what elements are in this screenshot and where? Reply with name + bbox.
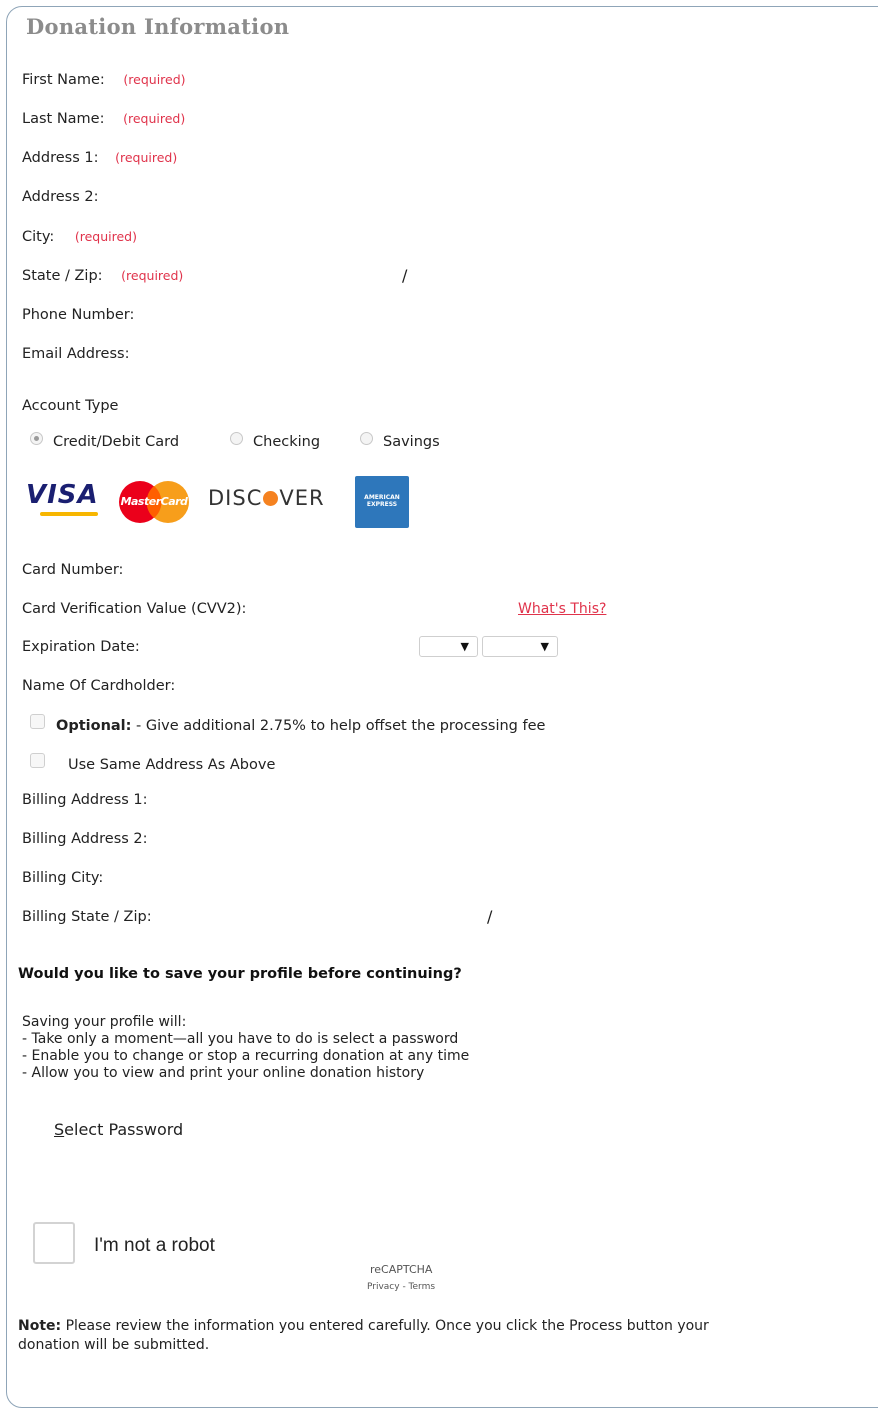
same-address-checkbox[interactable] (30, 753, 45, 768)
donation-form-panel (6, 6, 878, 1408)
phone-label: Phone Number: (22, 307, 135, 323)
radio-credit-debit-label: Credit/Debit Card (53, 434, 180, 450)
billing-address1-label: Billing Address 1: (22, 792, 148, 808)
radio-savings[interactable] (360, 432, 373, 445)
optional-fee-bold: Optional: (56, 718, 132, 734)
required-marker: (required) (121, 268, 184, 283)
required-marker: (required) (74, 229, 137, 244)
discover-logo-right: VER (279, 486, 325, 510)
visa-logo-underline (40, 512, 98, 516)
save-profile-intro: Saving your profile will: (22, 1014, 187, 1030)
review-note-line1: Note: Please review the information you … (18, 1318, 709, 1334)
state-zip-label: State / Zip: (required) (22, 268, 183, 284)
radio-credit-debit[interactable] (30, 432, 43, 445)
billing-city-label: Billing City: (22, 870, 104, 886)
radio-savings-label: Savings (383, 434, 440, 450)
cardholder-label: Name Of Cardholder: (22, 678, 176, 694)
discover-logo: DISC VER (208, 486, 325, 510)
city-label: City: (required) (22, 229, 137, 245)
same-address-label: Use Same Address As Above (68, 757, 276, 773)
last-name-text: Last Name: (22, 111, 105, 127)
last-name-label: Last Name: (required) (22, 111, 185, 127)
discover-dot-icon (263, 491, 279, 506)
first-name-text: First Name: (22, 72, 105, 88)
review-note-text: Please review the information you entere… (61, 1318, 709, 1334)
mastercard-logo: MasterCard (116, 480, 192, 524)
required-marker: (required) (115, 150, 178, 165)
review-note-line2: donation will be submitted. (18, 1337, 210, 1353)
state-zip-text: State / Zip: (22, 268, 103, 284)
card-number-label: Card Number: (22, 562, 124, 578)
optional-fee-text: - Give additional 2.75% to help offset t… (131, 718, 546, 734)
optional-fee-label: Optional: - Give additional 2.75% to hel… (56, 718, 545, 734)
optional-fee-checkbox[interactable] (30, 714, 45, 729)
account-type-label: Account Type (22, 398, 119, 414)
save-profile-bullet: - Enable you to change or stop a recurri… (22, 1048, 470, 1064)
exp-month-select[interactable]: ▼ (419, 636, 478, 657)
address2-label: Address 2: (22, 189, 99, 205)
recaptcha-links[interactable]: Privacy - Terms (367, 1282, 435, 1292)
address1-label: Address 1: (required) (22, 150, 177, 166)
select-password-text: elect Password (64, 1120, 184, 1139)
discover-logo-left: DISC (208, 486, 263, 510)
required-marker: (required) (123, 72, 186, 87)
form-title: Donation Information (26, 14, 290, 39)
required-marker: (required) (123, 111, 186, 126)
recaptcha-brand: reCAPTCHA (370, 1263, 433, 1276)
whats-this-link[interactable]: What's This? (518, 601, 606, 617)
radio-checking-label: Checking (253, 434, 321, 450)
recaptcha-label: I'm not a robot (94, 1235, 215, 1256)
review-note-bold: Note: (18, 1318, 62, 1334)
billing-state-zip-label: Billing State / Zip: (22, 909, 152, 925)
recaptcha-checkbox[interactable] (33, 1222, 75, 1264)
email-label: Email Address: (22, 346, 130, 362)
amex-logo-text: AMERICAN EXPRESS (364, 494, 400, 508)
select-password-accesskey: S (54, 1120, 65, 1139)
radio-checking[interactable] (230, 432, 243, 445)
state-zip-separator: / (402, 266, 408, 285)
select-password-label[interactable]: Select Password (54, 1120, 183, 1139)
exp-year-select[interactable]: ▼ (482, 636, 558, 657)
address1-text: Address 1: (22, 150, 99, 166)
visa-logo: VISA (26, 480, 99, 510)
save-profile-question: Would you like to save your profile befo… (18, 966, 462, 982)
save-profile-bullet: - Take only a moment—all you have to do … (22, 1031, 459, 1047)
save-profile-bullet: - Allow you to view and print your onlin… (22, 1065, 425, 1081)
amex-logo: AMERICAN EXPRESS (355, 476, 409, 528)
mastercard-logo-text: MasterCard (120, 495, 188, 508)
billing-state-zip-separator: / (487, 907, 493, 926)
city-text: City: (22, 229, 55, 245)
first-name-label: First Name: (required) (22, 72, 186, 88)
billing-address2-label: Billing Address 2: (22, 831, 148, 847)
cvv-label: Card Verification Value (CVV2): (22, 601, 247, 617)
expiration-label: Expiration Date: (22, 639, 140, 655)
